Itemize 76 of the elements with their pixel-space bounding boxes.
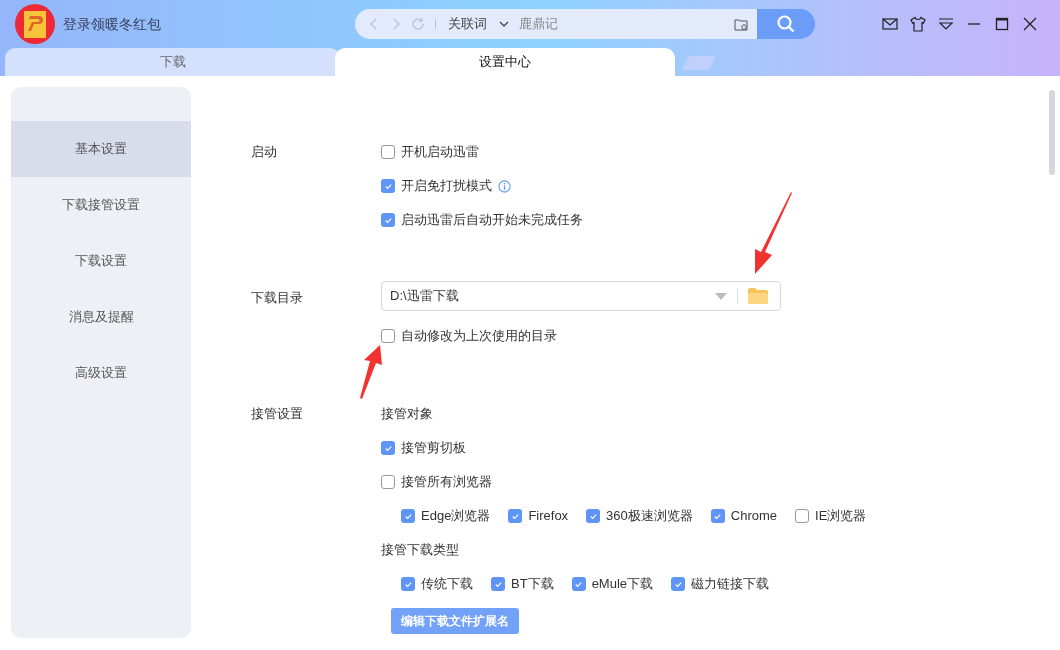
option-label: 启动迅雷后自动开始未完成任务 [401,211,583,230]
option-label: Chrome [730,507,778,526]
search-icon [777,15,795,33]
checkbox[interactable] [491,577,505,591]
dropdown-caret-icon[interactable] [715,292,727,300]
search-field[interactable]: 关联词 鹿鼎记 [355,9,757,39]
scrollbar[interactable] [1049,90,1055,175]
search-button[interactable] [757,9,815,39]
checkbox[interactable] [381,179,395,193]
option-label: 开启免打扰模式 [401,177,492,196]
checkbox[interactable] [381,145,395,159]
tab[interactable]: 下载 [5,48,340,76]
option-label: BT下载 [511,575,554,594]
check-icon [403,579,413,589]
check-icon [713,511,723,521]
sidebar-item[interactable]: 基本设置 [11,121,191,177]
checkbox[interactable] [710,509,725,523]
tab[interactable]: 设置中心 [335,48,675,76]
check-icon [383,215,393,225]
mail-icon[interactable] [882,16,898,32]
option-label: Firefox [528,507,569,526]
section-label: 启动 [251,143,277,162]
checkbox[interactable] [586,509,601,523]
option-label: Edge浏览器 [421,507,491,526]
promo-link[interactable]: 登录领暖冬红包 [63,13,161,35]
back-icon[interactable] [369,18,379,30]
option-label: 接管所有浏览器 [401,473,492,492]
checkbox[interactable] [671,577,686,591]
checkbox[interactable] [795,509,810,523]
check-icon [510,511,520,521]
check-icon [574,579,584,589]
check-icon [403,511,413,521]
section-label: 下载目录 [251,289,303,308]
option-label: 接管下载类型 [381,541,459,560]
option-label: 传统下载 [421,575,473,594]
option-label: eMule下载 [591,575,654,594]
search-input[interactable]: 鹿鼎记 [519,14,719,34]
sidebar-item[interactable]: 下载设置 [11,233,191,289]
checkbox[interactable] [401,577,415,591]
check-icon [383,443,393,453]
annotation-arrow [358,344,384,400]
checkbox[interactable] [401,509,415,523]
refresh-icon[interactable] [411,17,425,31]
sidebar-item[interactable]: 下载接管设置 [11,177,191,233]
bookmark-icon[interactable] [733,16,749,32]
folder-field[interactable]: D:\迅雷下载 [381,281,781,311]
menu-icon[interactable] [938,16,954,32]
option-label: 开机启动迅雷 [401,143,479,162]
check-icon [493,579,503,589]
checkbox[interactable] [571,577,586,591]
forward-icon[interactable] [391,18,401,30]
option-label: IE浏览器 [815,507,867,526]
folder-icon[interactable] [748,288,768,304]
check-icon [588,511,598,521]
option-label: 360极速浏览器 [606,507,693,526]
logo-icon [15,4,55,44]
section-label: 接管设置 [251,405,303,424]
checkbox[interactable] [381,475,395,489]
option-label: 接管对象 [381,405,433,424]
search-mode[interactable]: 关联词 [448,14,487,34]
checkbox[interactable] [508,509,523,523]
shirt-icon[interactable] [910,16,926,32]
option-label: 接管剪切板 [401,439,466,458]
info-icon[interactable] [498,179,511,193]
maximize-icon[interactable] [994,16,1010,32]
sidebar-item[interactable]: 消息及提醒 [11,289,191,345]
checkbox[interactable] [381,329,395,343]
option-label: 磁力链接下载 [691,575,770,594]
checkbox[interactable] [381,213,395,227]
caret-icon[interactable] [499,20,509,28]
check-icon [673,579,683,589]
option-label: 自动修改为上次使用的目录 [401,327,557,346]
checkbox[interactable] [381,441,395,455]
check-icon [383,181,393,191]
sidebar-item[interactable]: 高级设置 [11,345,191,401]
close-icon[interactable] [1022,16,1038,32]
